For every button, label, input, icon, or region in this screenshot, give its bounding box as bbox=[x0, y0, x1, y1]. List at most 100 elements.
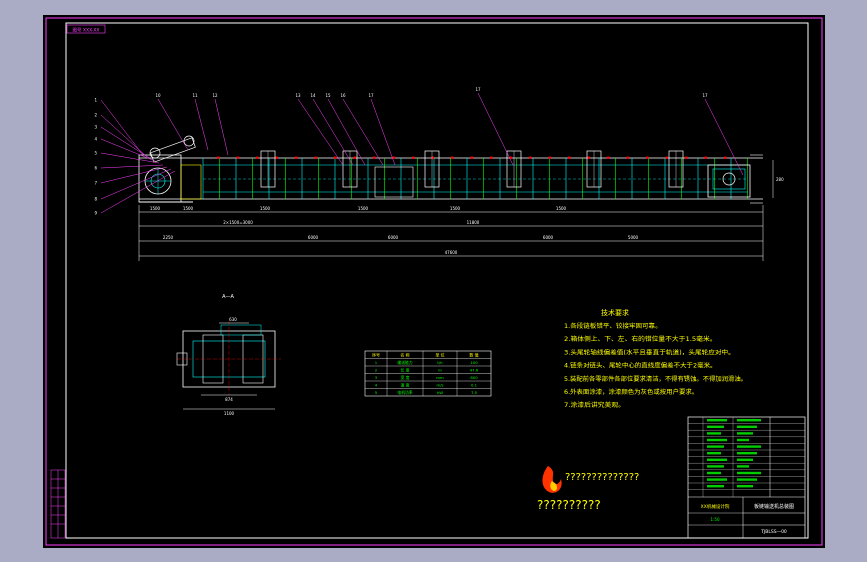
title-block-entry bbox=[707, 432, 721, 435]
tech-requirement-item: 1.各段链板错平、铰接牢固可靠。 bbox=[564, 322, 662, 330]
drive-head bbox=[138, 135, 202, 203]
seam-marker bbox=[568, 156, 571, 159]
title-block-entry bbox=[707, 419, 727, 422]
leader-line bbox=[194, 98, 209, 151]
cad-viewport[interactable]: 图号 XXX-XX 280 1 2 3 4 5 6 7 8 9 10 11 12… bbox=[0, 0, 867, 562]
dimension-value: 1500 bbox=[183, 206, 194, 211]
balloon-label: 5 bbox=[94, 151, 97, 156]
seam-marker bbox=[353, 156, 356, 159]
balloon-label: 7 bbox=[94, 181, 97, 186]
table-cell: 输送能力 bbox=[397, 360, 412, 365]
tech-requirements-list: 1.各段链板错平、铰接牢固可靠。 2.箱体侧上、下、左、右的错位量不大于1.5毫米… bbox=[564, 322, 747, 409]
seam-marker bbox=[646, 156, 649, 159]
table-cell: 电机功率 bbox=[397, 390, 412, 395]
table-header-cell: 序号 bbox=[372, 352, 380, 358]
balloon-label: 2 bbox=[94, 113, 97, 118]
title-block-entry bbox=[707, 445, 724, 448]
title-block-entry bbox=[707, 458, 727, 461]
balloon-label: 12 bbox=[212, 93, 218, 98]
leader-line bbox=[297, 98, 344, 166]
table-cell: 3 bbox=[375, 375, 378, 380]
title-block-entry bbox=[707, 465, 724, 468]
tech-requirement-item: 4.链条对链头、尾轮中心的直线度偏差不大于2毫米。 bbox=[564, 362, 717, 370]
leader-line bbox=[214, 98, 229, 156]
seam-marker bbox=[295, 156, 298, 159]
table-header-cell: 单 位 bbox=[435, 352, 444, 358]
tech-requirement-item: 7.涂漆后讲究美观。 bbox=[564, 401, 625, 409]
balloon-label: 17 bbox=[475, 87, 481, 92]
table-cell: 长 度 bbox=[401, 368, 410, 373]
table-cell: mm bbox=[436, 375, 444, 380]
seam-marker bbox=[470, 156, 473, 159]
mid-dimension: 11800 bbox=[467, 220, 480, 225]
table-cell: 1 bbox=[375, 360, 378, 365]
table-cell: m bbox=[438, 368, 442, 373]
balloon-label: 1 bbox=[94, 98, 97, 103]
title-block-entry bbox=[737, 445, 761, 448]
title-block-entry bbox=[707, 471, 721, 475]
title-block-entry bbox=[737, 465, 749, 468]
dimension-row-2: 2250 6000 6000 6000 5000 bbox=[163, 235, 639, 240]
seam-marker bbox=[665, 156, 668, 159]
seam-marker bbox=[529, 156, 532, 159]
seam-marker bbox=[724, 156, 727, 159]
watermark: ?????????????? ?????????? bbox=[537, 466, 639, 512]
section-dim-top: 630 bbox=[229, 317, 237, 322]
seam-marker bbox=[217, 156, 220, 159]
title-block-entry bbox=[737, 432, 753, 435]
dimension-value: 1500 bbox=[260, 206, 271, 211]
height-dimension: 280 bbox=[776, 177, 784, 182]
overall-length: 47600 bbox=[445, 250, 458, 255]
seam-marker bbox=[587, 156, 590, 159]
table-cell: 47.6 bbox=[470, 368, 479, 373]
balloon-label: 16 bbox=[340, 93, 346, 98]
section-dim-overall: 1100 bbox=[224, 411, 235, 416]
leader-line bbox=[327, 98, 366, 166]
leader-line bbox=[370, 98, 396, 166]
table-cell: 宽 度 bbox=[401, 375, 410, 380]
tech-requirement-item: 5.装配前各零部件各部位要求清洁，不得有锈蚀。不得加润滑油。 bbox=[564, 375, 747, 383]
leader-line bbox=[100, 170, 176, 214]
balloon-label: 14 bbox=[310, 93, 316, 98]
leader-line bbox=[100, 114, 148, 158]
corner-tag: 图号 XXX-XX bbox=[72, 28, 99, 34]
seam-marker bbox=[256, 156, 259, 159]
title-block bbox=[687, 416, 806, 539]
leader-line bbox=[704, 98, 744, 176]
drawing-canvas: 图号 XXX-XX 280 12345678910 11 12 13 14 15… bbox=[45, 17, 823, 546]
balloon-label: 17 bbox=[368, 93, 374, 98]
seam-marker bbox=[548, 156, 551, 159]
table-cell: t/h bbox=[437, 360, 443, 365]
dimension-value: 1500 bbox=[358, 206, 369, 211]
dimension-value: 6000 bbox=[308, 235, 319, 240]
seam-marker bbox=[373, 156, 376, 159]
table-header-cell: 名 称 bbox=[400, 352, 409, 358]
dimension-value: 2250 bbox=[163, 235, 174, 240]
part-balloons: 12345678910 11 12 13 14 15 16 171717 bbox=[94, 87, 744, 216]
conveyor-posts bbox=[202, 158, 748, 199]
table-cell: 0.1 bbox=[471, 383, 478, 388]
dimension-row-1: 1500 1500 1500 1500 1500 1500 bbox=[150, 206, 567, 211]
balloon-label: 15 bbox=[325, 93, 331, 98]
seam-marker bbox=[685, 156, 688, 159]
title-block-entry bbox=[707, 485, 724, 488]
title-block-entry bbox=[737, 425, 757, 428]
dimension-value: 6000 bbox=[388, 235, 399, 240]
balloon-label: 17 bbox=[702, 93, 708, 98]
title-block-entry bbox=[737, 452, 757, 455]
balloon-label: 8 bbox=[94, 197, 97, 202]
seam-marker bbox=[626, 156, 629, 159]
seam-marker bbox=[236, 156, 239, 159]
title-company: XX机械设计院 bbox=[701, 503, 730, 510]
seam-marker bbox=[275, 156, 278, 159]
tech-requirement-item: 2.箱体侧上、下、左、右的错位量不大于1.5毫米。 bbox=[564, 335, 717, 343]
title-block-entry bbox=[737, 485, 753, 488]
balloon-label: 11 bbox=[192, 93, 198, 98]
watermark-line-2: ?????????? bbox=[537, 498, 601, 512]
leader-line bbox=[100, 99, 144, 156]
dimension-value: 5000 bbox=[628, 235, 639, 240]
drawing-sheet[interactable]: 图号 XXX-XX 280 1 2 3 4 5 6 7 8 9 10 11 12… bbox=[43, 15, 825, 548]
seam-marker bbox=[490, 156, 493, 159]
tech-requirements-title: 技术要求 bbox=[601, 308, 629, 317]
balloon-label: 3 bbox=[94, 125, 97, 130]
